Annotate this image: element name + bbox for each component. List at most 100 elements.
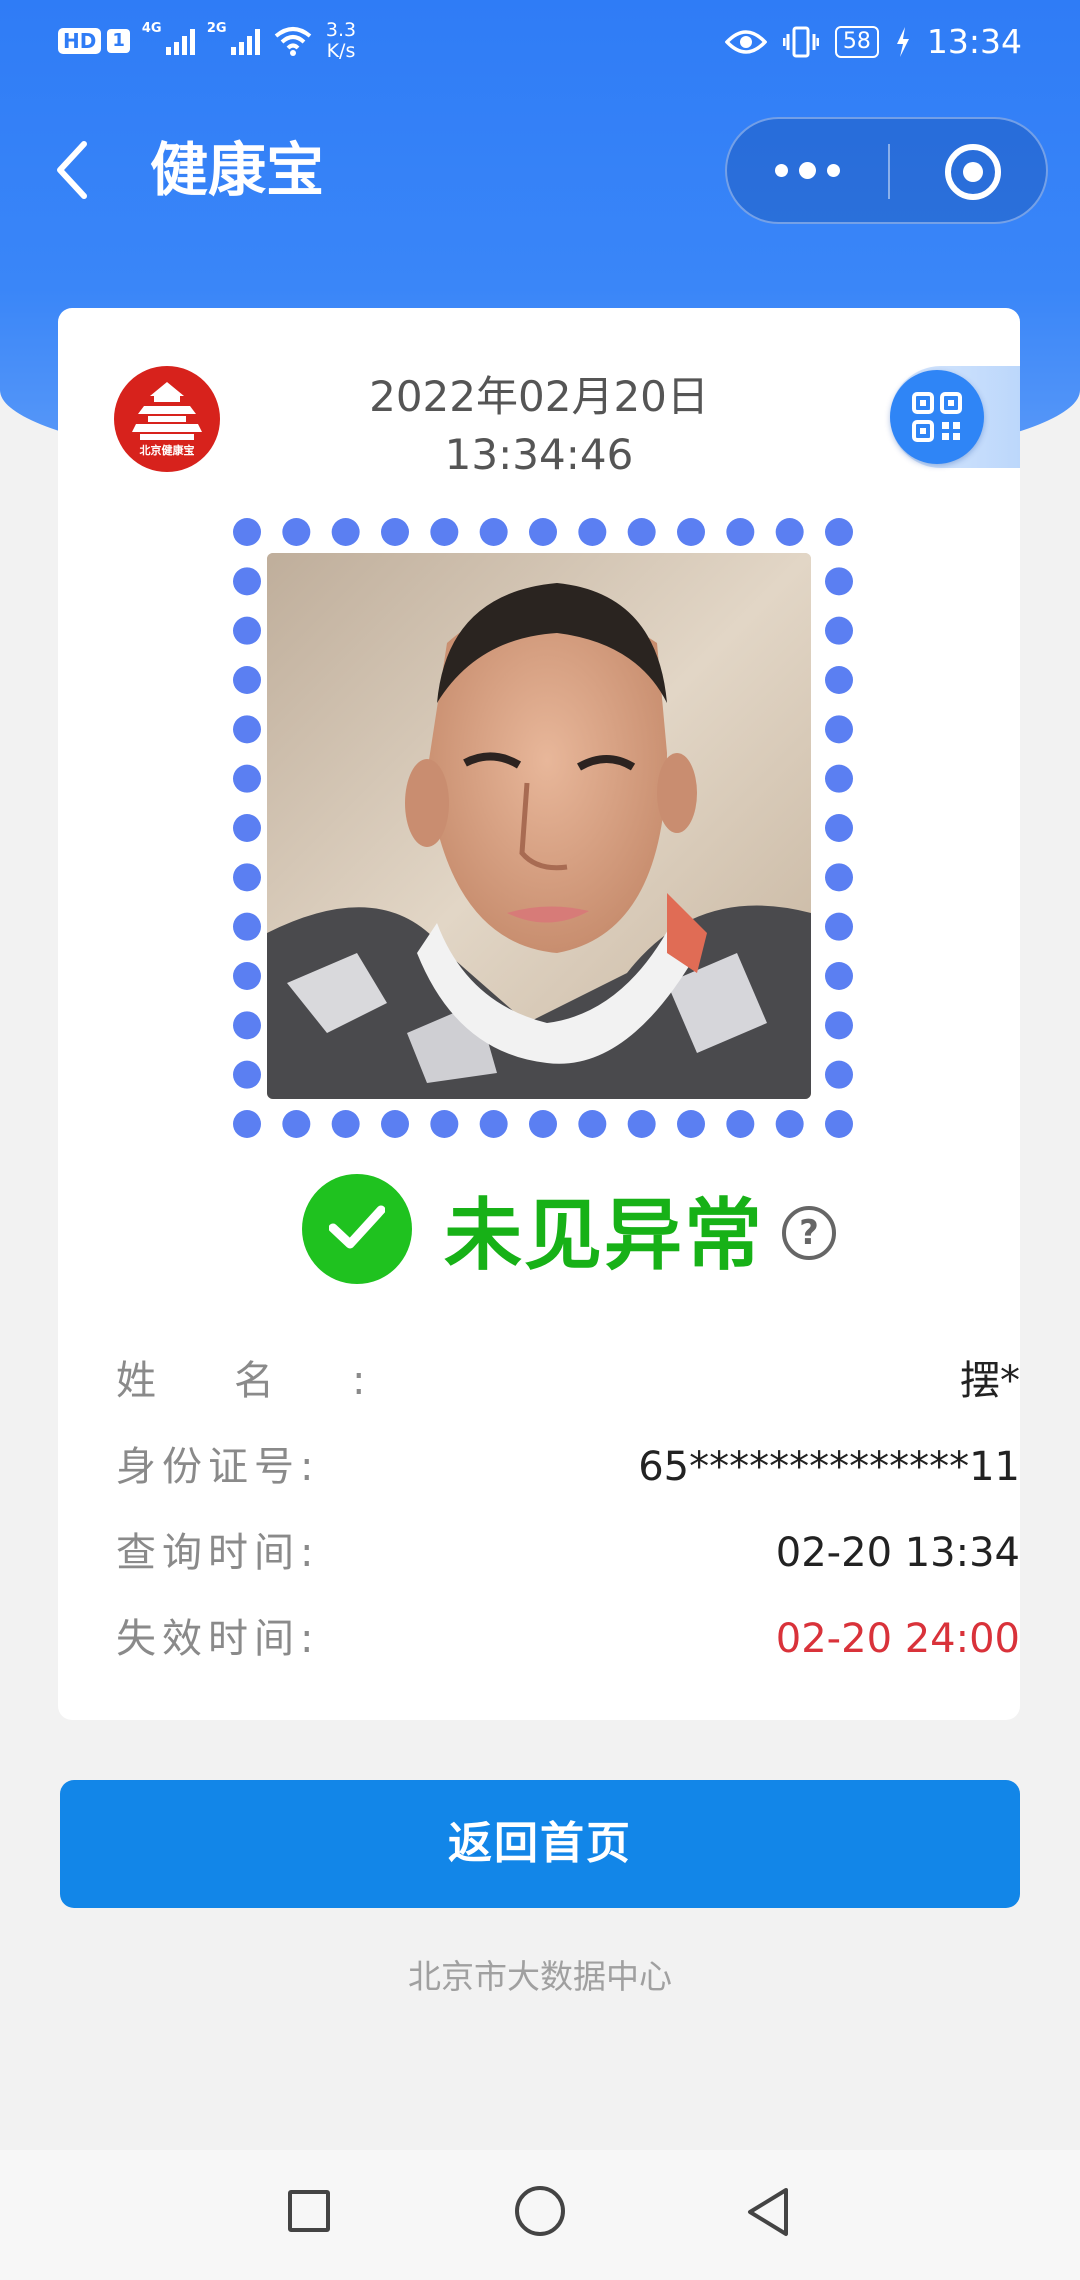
frame-dot [233, 1060, 261, 1089]
frame-dot [775, 518, 804, 546]
back-button[interactable] [52, 140, 92, 200]
page-title: 健康宝 [150, 136, 325, 204]
frame-dot [825, 666, 853, 694]
frame-dot [282, 518, 311, 546]
qr-code-button[interactable] [890, 370, 984, 464]
close-miniprogram-button[interactable] [945, 144, 1001, 200]
frame-dot [233, 715, 261, 744]
frame-dot [430, 518, 459, 546]
frame-dot [233, 912, 261, 941]
frame-dot [825, 1011, 853, 1040]
id-value: 65**************11 [638, 1444, 1020, 1490]
check-circle-icon [302, 1174, 412, 1284]
frame-dot [825, 715, 853, 744]
frame-dot [825, 863, 853, 892]
query-time-value: 02-20 13:34 [775, 1530, 1020, 1576]
wifi-icon [274, 27, 312, 56]
frame-dot [825, 1110, 853, 1138]
user-photo [267, 553, 811, 1099]
chevron-left-icon [57, 141, 87, 199]
query-time: 13:34:46 [444, 430, 634, 479]
frame-dot [627, 518, 656, 546]
signal-2g-icon: 2G [207, 21, 260, 55]
frame-dot [677, 1110, 705, 1138]
frame-dot [726, 518, 755, 546]
frame-dot [282, 1110, 311, 1138]
frame-dot [726, 1110, 755, 1138]
health-status: 未见异常 ? [302, 1174, 837, 1284]
health-code-card: 北京健康宝 2022年02月20日 13:34:46 未见异常 ? 姓名: 摆*… [58, 308, 1020, 1720]
query-time-label: 查询时间: [116, 1530, 320, 1576]
frame-dot [331, 1110, 360, 1138]
frame-dot [529, 518, 557, 546]
more-icon [774, 164, 788, 177]
sim-badge: 1 [107, 29, 130, 53]
query-date: 2022年02月20日 [369, 372, 709, 421]
capsule-divider [888, 144, 890, 199]
return-home-button[interactable]: 返回首页 [60, 1780, 1020, 1908]
frame-dot [233, 666, 261, 694]
photo-frame [223, 508, 863, 1148]
frame-dot [233, 863, 261, 892]
frame-dot [381, 1110, 409, 1138]
frame-dot [233, 567, 261, 596]
hd-badge: HD [58, 28, 102, 54]
more-options-button[interactable] [727, 119, 887, 222]
frame-dot [775, 1110, 804, 1138]
miniprogram-capsule [725, 117, 1048, 224]
frame-dot [529, 1110, 557, 1138]
id-label: 身份证号: [116, 1444, 320, 1490]
frame-dot [627, 1110, 656, 1138]
frame-dot [233, 764, 261, 793]
frame-dot [233, 814, 261, 842]
network-speed: 3.3 K/s [325, 19, 357, 62]
frame-dot [479, 1110, 508, 1138]
clock: 13:34 [926, 22, 1022, 61]
frame-dot [825, 962, 853, 990]
frame-dot [825, 1060, 853, 1089]
frame-dot [578, 518, 607, 546]
recent-apps-button[interactable] [288, 2190, 330, 2232]
logo-text: 北京健康宝 [139, 444, 195, 457]
portrait-image [267, 553, 811, 1099]
frame-dot [825, 912, 853, 941]
eye-icon [724, 29, 767, 54]
expire-time-label: 失效时间: [116, 1616, 320, 1662]
frame-dot [233, 1011, 261, 1040]
frame-dot [233, 518, 261, 546]
battery-indicator: 58 [834, 25, 879, 58]
frame-dot [331, 518, 360, 546]
info-row-id: 身份证号: 65**************11 [116, 1424, 1020, 1510]
info-row-name: 姓名: 摆* [116, 1338, 1020, 1424]
footer-text: 北京市大数据中心 [408, 1957, 672, 1996]
name-value: 摆* [960, 1358, 1020, 1404]
home-button[interactable] [515, 2186, 565, 2236]
frame-dot [825, 616, 853, 645]
signal-4g-icon: 4G [142, 21, 195, 55]
frame-dot [825, 567, 853, 596]
frame-dot [825, 518, 853, 546]
help-icon[interactable]: ? [782, 1206, 837, 1260]
frame-dot [233, 962, 261, 990]
nav-back-button[interactable] [744, 2186, 792, 2238]
status-text: 未见异常 [444, 1191, 765, 1281]
frame-dot [479, 518, 508, 546]
name-label: 姓名: [116, 1358, 444, 1404]
status-bar: HD 1 4G 2G 3.3 K/s 58 13:34 [0, 0, 1080, 92]
info-row-expire-time: 失效时间: 02-20 24:00 [116, 1596, 1020, 1682]
frame-dot [381, 518, 409, 546]
frame-dot [233, 616, 261, 645]
query-datetime: 2022年02月20日 13:34:46 [258, 368, 820, 484]
qr-code-icon [912, 392, 962, 442]
expire-time-value: 02-20 24:00 [775, 1616, 1020, 1662]
frame-dot [430, 1110, 459, 1138]
charging-icon [896, 26, 909, 57]
info-list: 姓名: 摆* 身份证号: 65**************11 查询时间: 02… [116, 1338, 1020, 1682]
vibrate-icon [782, 26, 819, 57]
frame-dot [825, 814, 853, 842]
frame-dot [233, 1110, 261, 1138]
system-nav-bar [0, 2150, 1080, 2280]
qr-code-tab[interactable] [890, 366, 1020, 468]
info-row-query-time: 查询时间: 02-20 13:34 [116, 1510, 1020, 1596]
frame-dot [677, 518, 705, 546]
